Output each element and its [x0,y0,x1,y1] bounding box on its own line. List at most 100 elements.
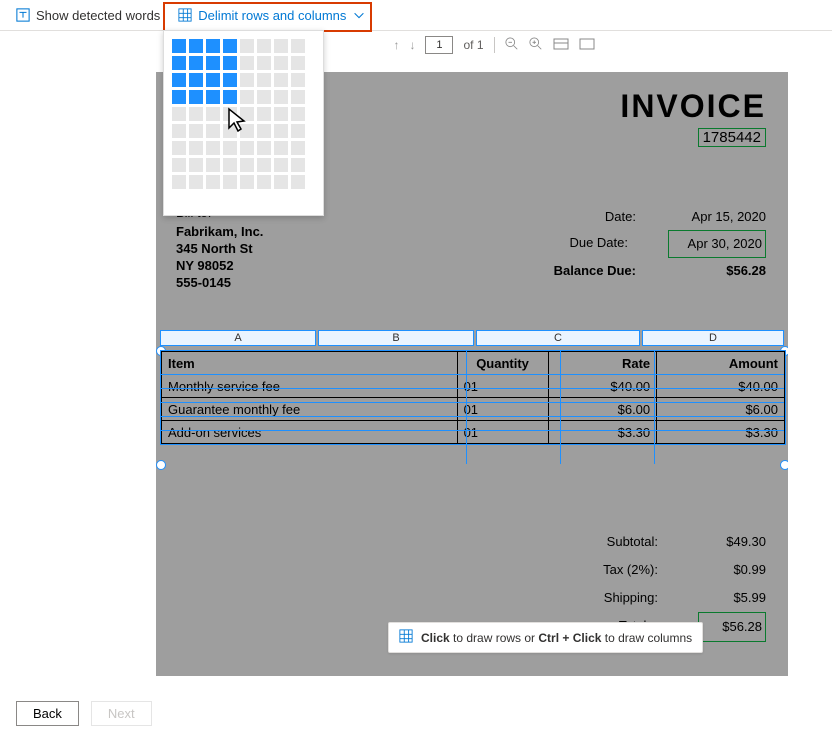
grid-cell[interactable] [189,73,203,87]
back-button[interactable]: Back [16,701,79,726]
bill-phone: 555-0145 [176,274,263,291]
grid-cell[interactable] [172,141,186,155]
grid-cell[interactable] [291,90,305,104]
grid-cell[interactable] [172,90,186,104]
grid-cell[interactable] [274,124,288,138]
grid-cell[interactable] [257,158,271,172]
resize-handle[interactable] [156,460,166,470]
footer: Back Next [0,691,832,736]
fit-width-icon[interactable] [553,38,569,53]
page-total: of 1 [463,38,483,52]
grid-cell[interactable] [240,124,254,138]
grid-cell[interactable] [172,107,186,121]
balance-value: $56.28 [676,258,766,284]
grid-cell[interactable] [257,107,271,121]
show-detected-words[interactable]: Show detected words [16,8,160,23]
prev-page-icon[interactable]: ↑ [393,38,399,52]
grid-cell[interactable] [206,158,220,172]
grid-cell[interactable] [206,56,220,70]
grid-cell[interactable] [206,141,220,155]
grid-cell[interactable] [189,141,203,155]
grid-cell[interactable] [223,73,237,87]
grid-cell[interactable] [274,107,288,121]
grid-cell[interactable] [291,158,305,172]
grid-cell[interactable] [274,175,288,189]
grid-cell[interactable] [206,73,220,87]
grid-cell[interactable] [223,90,237,104]
grid-cell[interactable] [291,73,305,87]
grid-cell[interactable] [240,39,254,53]
grid-cell[interactable] [206,175,220,189]
grid-cell[interactable] [274,141,288,155]
grid-cell[interactable] [189,107,203,121]
grid-cell[interactable] [189,56,203,70]
grid-cell[interactable] [257,73,271,87]
grid-cell[interactable] [274,56,288,70]
grid-cell[interactable] [291,124,305,138]
grid-cell[interactable] [206,107,220,121]
grid-cell[interactable] [223,124,237,138]
grid-cell[interactable] [257,90,271,104]
grid-cell[interactable] [189,175,203,189]
grid-cell[interactable] [223,107,237,121]
page-number-input[interactable]: 1 [425,36,453,54]
grid-cell[interactable] [240,56,254,70]
grid-cell[interactable] [172,124,186,138]
grid-cell[interactable] [223,141,237,155]
grid-cell[interactable] [223,175,237,189]
grid-cell[interactable] [240,90,254,104]
next-page-icon[interactable]: ↓ [409,38,415,52]
zoom-out-icon[interactable] [505,37,519,54]
grid-cell[interactable] [223,39,237,53]
grid-cell[interactable] [189,124,203,138]
grid-cell[interactable] [274,158,288,172]
grid-cell[interactable] [240,158,254,172]
col-c[interactable]: C [476,330,640,346]
grid-cell[interactable] [274,73,288,87]
grid-cell[interactable] [223,158,237,172]
zoom-in-icon[interactable] [529,37,543,54]
col-b[interactable]: B [318,330,474,346]
grid-cell[interactable] [172,73,186,87]
grid-cell[interactable] [257,56,271,70]
grid-size-picker[interactable] [163,30,324,216]
grid-cell[interactable] [189,158,203,172]
grid-cell[interactable] [274,39,288,53]
grid-cell[interactable] [172,56,186,70]
col-d[interactable]: D [642,330,784,346]
grid-cell[interactable] [189,90,203,104]
grid-cell[interactable] [206,90,220,104]
next-button: Next [91,701,152,726]
table-row: Item Quantity Rate Amount [162,352,785,375]
show-words-label: Show detected words [36,8,160,23]
grid-cell[interactable] [172,39,186,53]
detected-table[interactable]: Item Quantity Rate Amount Monthly servic… [160,350,786,445]
grid-cell[interactable] [257,124,271,138]
chevron-down-icon [352,8,366,22]
grid-cell[interactable] [172,158,186,172]
table-row: Monthly service fee 01 $40.00 $40.00 [162,375,785,398]
grid-cell[interactable] [257,175,271,189]
grid-cell[interactable] [240,73,254,87]
grid-cell[interactable] [240,107,254,121]
grid-cell[interactable] [257,141,271,155]
grid-cell[interactable] [291,175,305,189]
grid-cell[interactable] [257,39,271,53]
invoice-title: INVOICE [620,88,766,125]
resize-handle[interactable] [780,460,788,470]
grid-cell[interactable] [291,107,305,121]
grid-cell[interactable] [206,39,220,53]
grid-cell[interactable] [172,175,186,189]
grid-cell[interactable] [291,56,305,70]
grid-cell[interactable] [291,39,305,53]
col-a[interactable]: A [160,330,316,346]
grid-cell[interactable] [206,124,220,138]
fit-page-icon[interactable] [579,38,595,53]
grid-cell[interactable] [240,141,254,155]
grid-cell[interactable] [223,56,237,70]
delimit-rows-columns[interactable]: Delimit rows and columns [178,8,366,23]
grid-cell[interactable] [240,175,254,189]
grid-cell[interactable] [189,39,203,53]
grid-cell[interactable] [274,90,288,104]
grid-cell[interactable] [291,141,305,155]
